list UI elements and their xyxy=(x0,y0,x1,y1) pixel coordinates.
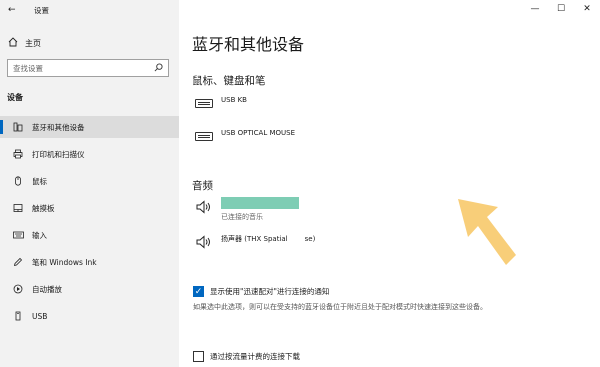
sidebar-item-label: 触摸板 xyxy=(32,203,55,213)
swift-pair-checkbox[interactable]: ✓ xyxy=(193,286,204,297)
sidebar-item-label: 输入 xyxy=(32,230,47,240)
back-arrow-icon[interactable]: ← xyxy=(8,5,16,15)
sidebar-item-touchpad[interactable]: 触摸板 xyxy=(0,197,179,219)
window-controls: — ☐ ✕ xyxy=(522,0,600,18)
metered-checkbox[interactable] xyxy=(193,351,204,362)
search-placeholder: 查找设置 xyxy=(13,63,43,73)
search-icon[interactable] xyxy=(154,62,163,74)
sidebar-item-label: 打印机和扫描仪 xyxy=(32,149,85,159)
device-name-prefix: 扬声器 (THX Spatial xyxy=(221,235,288,243)
home-nav-item[interactable]: 主页 xyxy=(8,37,41,49)
device-name: USB KB xyxy=(221,96,247,104)
speaker-icon xyxy=(193,235,215,249)
device-usb-kb[interactable]: USB KB xyxy=(193,96,247,108)
pen-icon xyxy=(8,257,28,267)
sidebar-item-typing[interactable]: 输入 xyxy=(0,224,179,246)
keyboard-icon xyxy=(193,99,215,108)
device-name: 扬声器 (THX Spatial se) xyxy=(221,234,315,244)
usb-icon xyxy=(8,311,28,321)
printer-icon xyxy=(8,149,28,159)
annotation-arrow-icon xyxy=(458,199,516,265)
sidebar-item-label: 鼠标 xyxy=(32,176,47,186)
minimize-icon[interactable]: — xyxy=(522,0,548,18)
sidebar-item-label: 笔和 Windows Ink xyxy=(32,257,97,267)
keyboard-icon xyxy=(193,132,215,141)
metered-label: 通过按流量计费的连接下载 xyxy=(210,352,300,361)
redacted-device-name xyxy=(221,197,299,209)
device-audio-connected[interactable]: 已连接的音乐 xyxy=(193,197,299,222)
section-heading-audio: 音频 xyxy=(192,180,213,192)
section-heading-mouse-keyboard: 鼠标、键盘和笔 xyxy=(192,75,266,87)
sidebar-item-label: 蓝牙和其他设备 xyxy=(32,122,85,132)
autoplay-icon xyxy=(8,284,28,294)
touchpad-icon xyxy=(8,203,28,213)
device-name-suffix: se) xyxy=(304,235,316,243)
sidebar-item-label: USB xyxy=(32,311,48,321)
swift-pair-description: 如果选中此选项，则可以在受支持的蓝牙设备位于附近且处于配对模式时快速连接到这些设… xyxy=(193,303,487,311)
search-input[interactable]: 查找设置 xyxy=(7,59,169,77)
sidebar-item-bluetooth[interactable]: 蓝牙和其他设备 xyxy=(0,116,179,138)
keyboard-icon xyxy=(8,230,28,240)
device-speaker-thx[interactable]: 扬声器 (THX Spatial se) xyxy=(193,232,315,249)
page-title: 蓝牙和其他设备 xyxy=(192,35,305,54)
sidebar: ← 设置 主页 查找设置 设备 蓝牙和其他设备 打印机和扫描仪 鼠标 触摸板 输… xyxy=(0,0,179,367)
home-label: 主页 xyxy=(25,38,41,48)
sidebar-item-printers[interactable]: 打印机和扫描仪 xyxy=(0,143,179,165)
home-icon xyxy=(8,37,20,49)
device-usb-optical-mouse[interactable]: USB OPTICAL MOUSE xyxy=(193,129,295,141)
sidebar-item-label: 自动播放 xyxy=(32,284,62,294)
sidebar-item-pen[interactable]: 笔和 Windows Ink xyxy=(0,251,179,273)
speaker-icon xyxy=(193,200,215,222)
swift-pair-checkbox-row[interactable]: ✓ 显示使用"迅速配对"进行连接的通知 xyxy=(193,286,329,297)
sidebar-item-usb[interactable]: USB xyxy=(0,305,179,327)
device-name: USB OPTICAL MOUSE xyxy=(221,129,296,137)
window-title: 设置 xyxy=(34,6,49,15)
sidebar-item-autoplay[interactable]: 自动播放 xyxy=(0,278,179,300)
swift-pair-label: 显示使用"迅速配对"进行连接的通知 xyxy=(210,287,330,296)
bluetooth-devices-icon xyxy=(8,122,28,132)
metered-checkbox-row[interactable]: 通过按流量计费的连接下载 xyxy=(193,351,300,362)
maximize-icon[interactable]: ☐ xyxy=(548,0,574,18)
main-content: — ☐ ✕ 蓝牙和其他设备 鼠标、键盘和笔 USB KB USB OPTICAL… xyxy=(179,0,600,367)
sidebar-item-mouse[interactable]: 鼠标 xyxy=(0,170,179,192)
close-icon[interactable]: ✕ xyxy=(574,0,600,18)
mouse-icon xyxy=(8,176,28,186)
device-status: 已连接的音乐 xyxy=(221,213,263,221)
section-heading-devices: 设备 xyxy=(7,93,23,102)
